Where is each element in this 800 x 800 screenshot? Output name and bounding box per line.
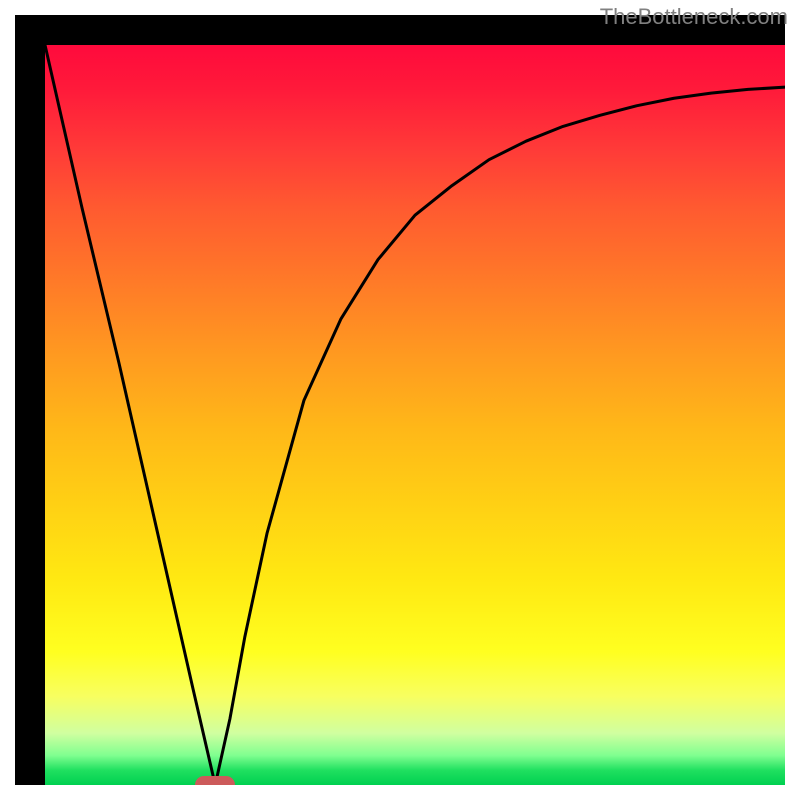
chart-container: TheBottleneck.com: [0, 0, 800, 800]
bottleneck-curve: [45, 45, 785, 785]
plot-area: [45, 45, 785, 785]
optimal-marker: [195, 776, 235, 785]
watermark-text: TheBottleneck.com: [600, 4, 788, 30]
chart-frame: [15, 15, 785, 785]
